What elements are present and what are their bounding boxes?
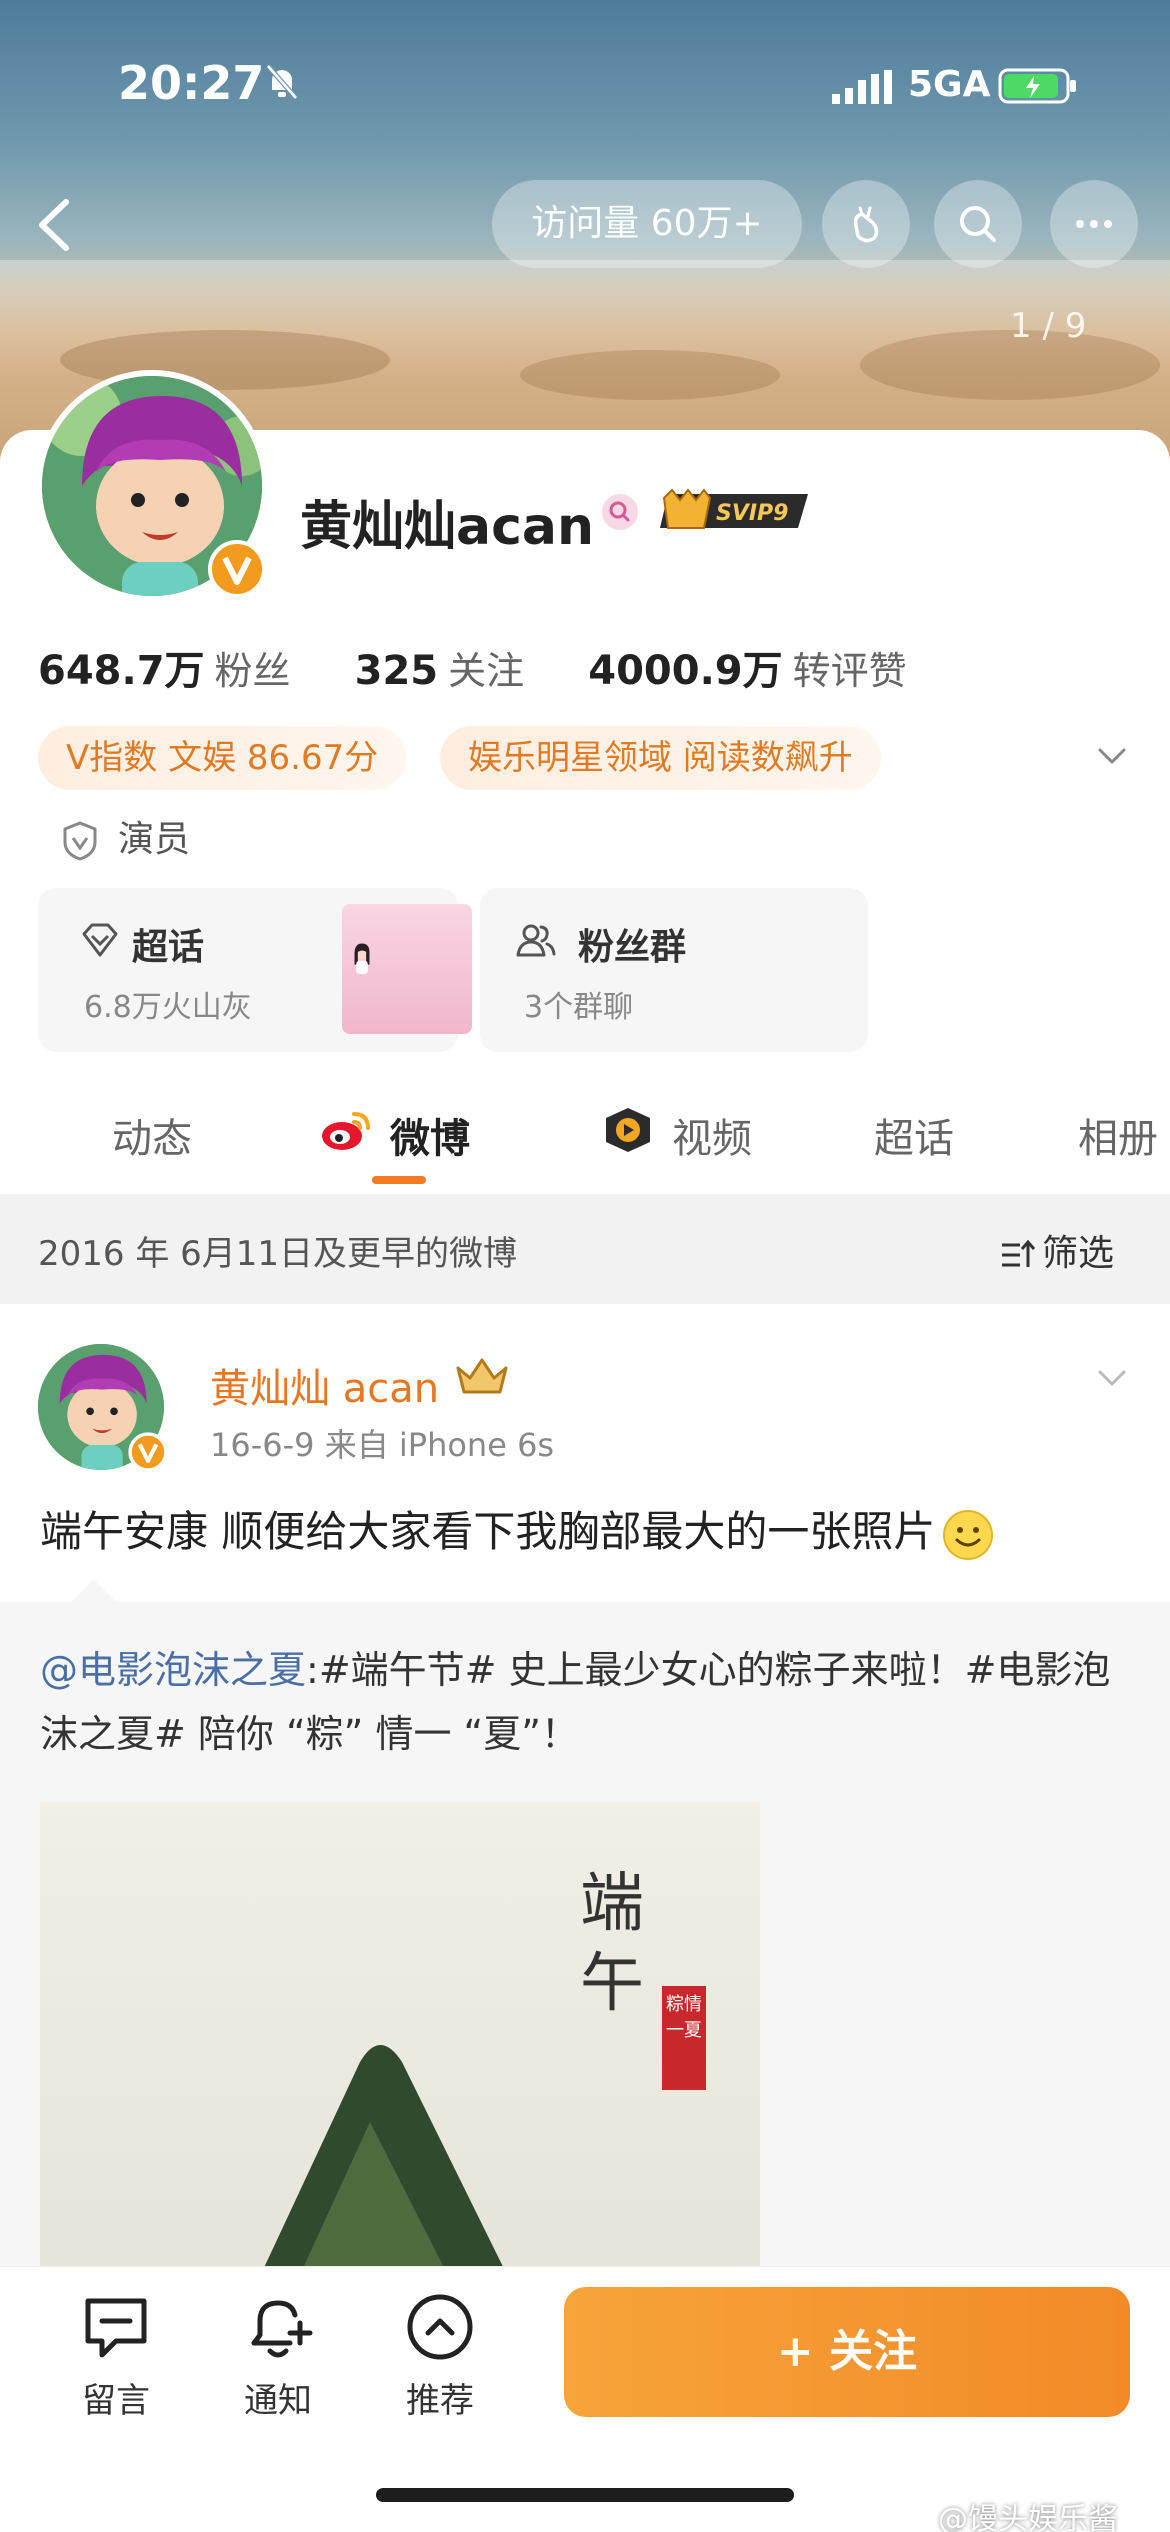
poster-title: 端午 — [580, 1867, 644, 2021]
tab-super-topic[interactable]: 超话 — [874, 1106, 954, 1164]
post-text: 端午安康 顺便给大家看下我胸部最大的一张照片 — [40, 1498, 995, 1562]
fan-group-panel[interactable]: 粉丝群 3个群聊 — [480, 888, 868, 1052]
search-button[interactable] — [934, 180, 1022, 268]
tab-video[interactable]: 视频 — [672, 1106, 752, 1164]
watermark: @馒头娱乐酱 — [938, 2502, 1118, 2532]
filter-bar: 2016 年 6月11日及更早的微博 筛选 — [0, 1194, 1170, 1304]
signal-icon — [832, 70, 892, 104]
v-index-tag[interactable]: V指数 文娱 86.67分 — [38, 726, 407, 790]
repost-card[interactable]: @电影泡沫之夏:#端午节# 史上最少女心的粽子来啦！#电影泡沫之夏# 陪你 “粽… — [0, 1579, 1170, 2362]
profile-stats: 648.7万 粉丝 325 关注 4000.9万 转评赞 — [38, 638, 959, 696]
weibo-post[interactable]: 黄灿灿 acan 16-6-9 来自 iPhone 6s 端午安康 顺便给大家看… — [0, 1304, 1170, 2362]
role-row: 演员 — [60, 810, 190, 862]
chevron-down-icon[interactable] — [1092, 1358, 1132, 1398]
bell-plus-icon — [251, 2300, 313, 2358]
profile-tabs: 动态 微博 视频 超话 相册 — [0, 1084, 1170, 1194]
notify-button[interactable]: 通知 — [218, 2289, 338, 2422]
message-icon — [85, 2298, 147, 2358]
active-tab-indicator — [372, 1176, 426, 1184]
filter-label: 筛选 — [1042, 1233, 1115, 1274]
search-icon — [960, 206, 996, 242]
super-topic-sub: 6.8万火山灰 — [84, 990, 252, 1025]
tab-album[interactable]: 相册 — [1078, 1106, 1158, 1164]
member-badge-icon[interactable] — [600, 492, 640, 532]
network-label: 5GA — [908, 64, 991, 105]
battery-icon — [998, 68, 1076, 104]
filter-date-text: 2016 年 6月11日及更早的微博 — [38, 1234, 518, 1274]
wave-hand-icon — [853, 206, 879, 243]
tab-feed[interactable]: 动态 — [112, 1106, 192, 1164]
crown-icon — [456, 1358, 508, 1394]
followers-count[interactable]: 648.7万 — [38, 648, 205, 694]
svip-badge[interactable]: SVIP9 — [658, 488, 818, 534]
filter-icon — [1002, 1239, 1036, 1267]
video-icon — [606, 1108, 650, 1152]
followers-label[interactable]: 粉丝 — [215, 649, 291, 693]
post-meta: 16-6-9 来自 iPhone 6s — [210, 1426, 555, 1464]
following-count[interactable]: 325 — [355, 648, 439, 694]
chevron-down-icon[interactable] — [1092, 736, 1132, 776]
notify-label: 通知 — [244, 2381, 312, 2421]
repost-mention[interactable]: @电影泡沫之夏 — [40, 1648, 306, 1692]
diamond-icon — [82, 923, 118, 957]
photo-counter: 1 / 9 — [1010, 306, 1087, 346]
poster-seal: 粽情一夏 — [662, 1986, 706, 2090]
engagement-count: 4000.9万 — [588, 648, 783, 694]
super-topic-thumbnail — [342, 904, 472, 1034]
smile-emoji-icon — [943, 1509, 994, 1560]
bell-off-icon — [266, 64, 298, 100]
home-indicator[interactable] — [376, 2488, 794, 2502]
verified-badge-icon — [128, 1432, 168, 1472]
post-author[interactable]: 黄灿灿 acan — [210, 1356, 439, 1414]
more-button[interactable] — [1050, 180, 1138, 268]
profile-name: 黄灿灿acan — [300, 497, 595, 557]
group-people-icon — [516, 924, 556, 957]
fan-group-sub: 3个群聊 — [524, 990, 634, 1025]
following-label[interactable]: 关注 — [448, 649, 524, 693]
recommend-button[interactable]: 推荐 — [380, 2289, 500, 2422]
chevron-up-circle-icon — [407, 2294, 473, 2360]
greet-button[interactable] — [822, 180, 910, 268]
follow-button[interactable]: + 关注 — [564, 2287, 1130, 2417]
filter-button[interactable]: 筛选 — [998, 1224, 1114, 1276]
back-icon[interactable] — [26, 190, 80, 260]
shield-icon — [63, 821, 97, 861]
more-dots-icon — [1076, 220, 1112, 228]
svip-label: SVIP9 — [716, 501, 789, 526]
super-topic-title: 超话 — [132, 927, 205, 968]
status-time: 20:27 — [118, 56, 265, 110]
weibo-logo-icon — [322, 1112, 370, 1150]
verified-badge-icon — [208, 540, 266, 598]
post-text-content: 端午安康 顺便给大家看下我胸部最大的一张照片 — [40, 1507, 936, 1556]
fan-group-title: 粉丝群 — [578, 927, 687, 968]
repost-text: @电影泡沫之夏:#端午节# 史上最少女心的粽子来啦！#电影泡沫之夏# 陪你 “粽… — [40, 1638, 1140, 1766]
profile-page: 20:27 5GA 访问量 60万+ 1 / 9 黄灿灿acan SVIP9 6… — [0, 0, 1170, 2532]
tab-weibo[interactable]: 微博 — [390, 1106, 470, 1164]
visits-count: 访问量 60万+ — [492, 180, 802, 268]
role-label: 演员 — [118, 819, 191, 860]
comment-button[interactable]: 留言 — [56, 2289, 176, 2422]
engagement-label: 转评赞 — [792, 649, 907, 693]
status-bar: 20:27 5GA — [0, 0, 1170, 170]
field-tag[interactable]: 娱乐明星领域 阅读数飙升 — [440, 726, 881, 790]
comment-label: 留言 — [82, 2381, 150, 2421]
super-topic-panel[interactable]: 超话 6.8万火山灰 — [38, 888, 472, 1052]
recommend-label: 推荐 — [406, 2381, 474, 2421]
